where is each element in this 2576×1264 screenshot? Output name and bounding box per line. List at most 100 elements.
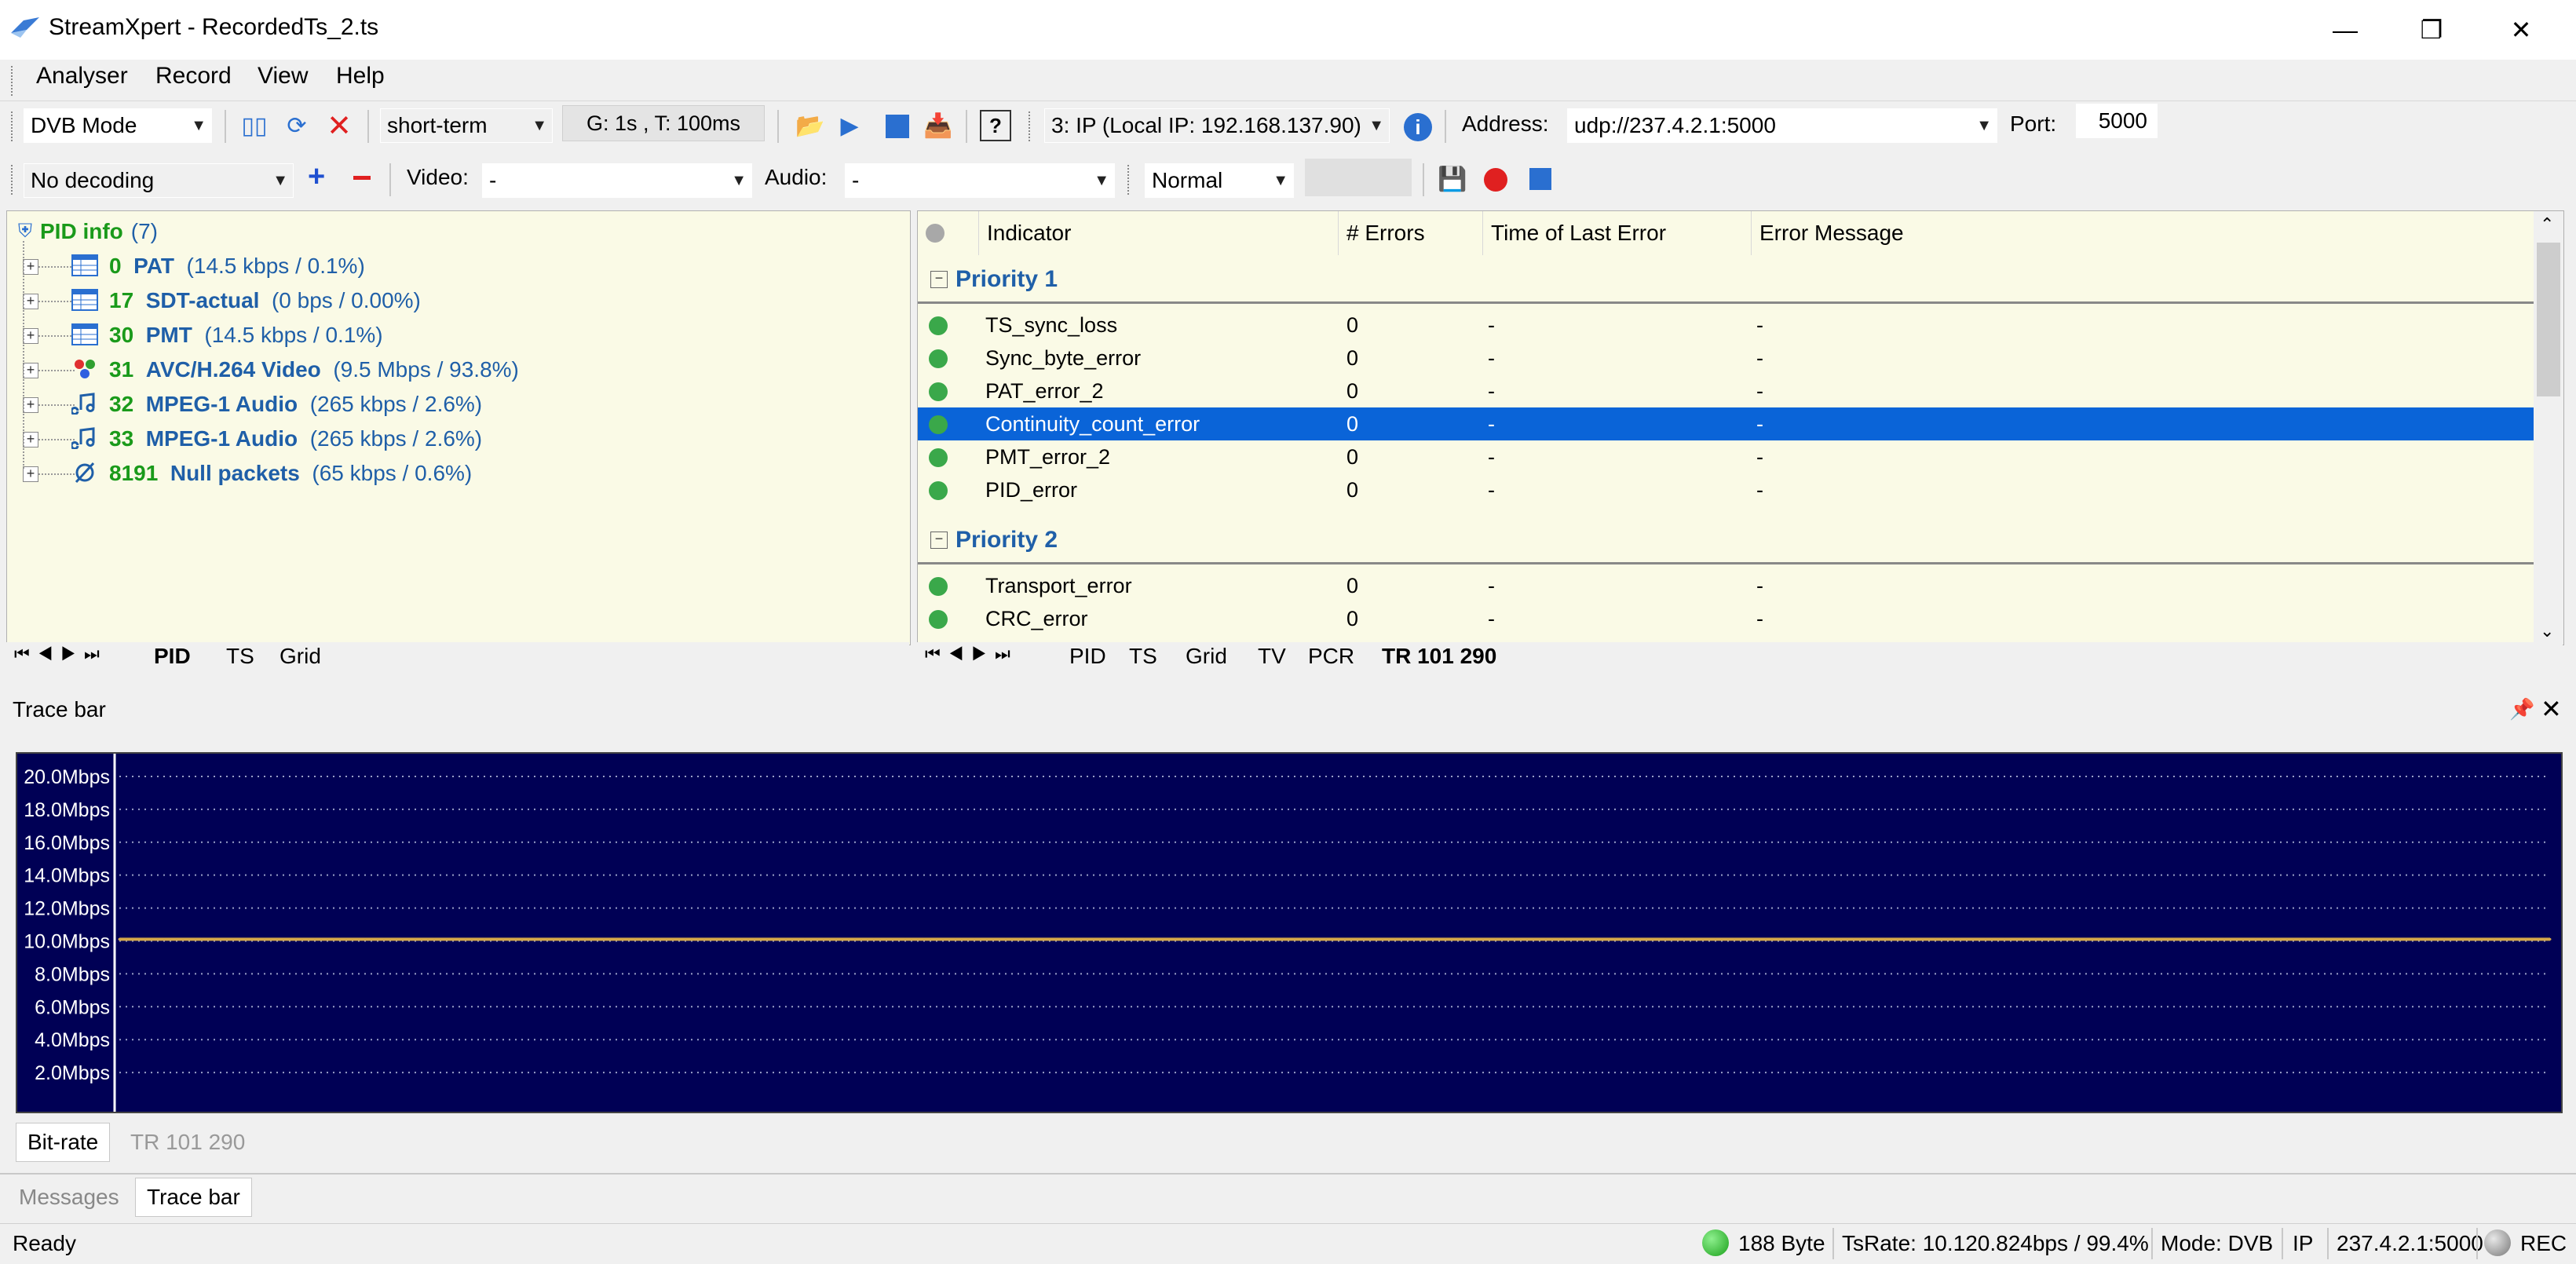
reset-icon[interactable]: ✕ <box>322 108 356 143</box>
expand-icon[interactable]: + <box>23 363 38 378</box>
address-value: udp://237.4.2.1:5000 <box>1574 113 1776 137</box>
record-icon[interactable] <box>1484 168 1507 192</box>
menu-view[interactable]: View <box>258 63 308 90</box>
add-icon[interactable]: + <box>308 160 325 194</box>
tab-ts[interactable]: TS <box>226 644 254 669</box>
open-folder-icon[interactable]: 📂 <box>791 108 829 143</box>
tab-tr101290[interactable]: TR 101 290 <box>1382 644 1496 669</box>
port-input[interactable]: 5000 <box>2076 104 2158 138</box>
expand-icon[interactable]: + <box>23 432 38 448</box>
decoding-select[interactable]: No decoding ▼ <box>24 163 294 198</box>
close-icon[interactable]: ✕ <box>2541 694 2562 724</box>
expand-icon[interactable]: + <box>23 294 38 309</box>
menu-record[interactable]: Record <box>155 63 232 90</box>
scroll-up-icon[interactable]: ⌃ <box>2540 214 2554 235</box>
pid-tree-item[interactable]: +17 SDT-actual (0 bps / 0.00%) <box>7 283 902 318</box>
tr101290-row[interactable]: Continuity_count_error 0 - - <box>918 407 2534 440</box>
last-error-time: - <box>1488 379 1495 403</box>
last-error-time: - <box>1488 478 1495 502</box>
speed-select[interactable]: Normal ▼ <box>1145 163 1294 198</box>
export-icon[interactable]: 📥 <box>920 108 956 143</box>
table-icon <box>71 254 98 282</box>
priority-group-header[interactable]: − Priority 2 <box>918 517 2534 564</box>
expand-icon[interactable]: + <box>23 259 38 275</box>
tab-grid[interactable]: Grid <box>1186 644 1227 669</box>
dock-tab-trace-bar[interactable]: Trace bar <box>135 1178 252 1217</box>
pid-tree-item[interactable]: +0 PAT (14.5 kbps / 0.1%) <box>7 249 902 283</box>
input-source-value: 3: IP (Local IP: 192.168.137.90) <box>1051 113 1361 137</box>
collapse-icon[interactable]: − <box>930 532 948 549</box>
status-ok-icon <box>929 415 948 434</box>
col-error-message[interactable]: Error Message <box>1752 211 2534 255</box>
expand-icon[interactable]: + <box>23 466 38 482</box>
term-select[interactable]: short-term ▼ <box>380 108 553 143</box>
save-icon[interactable]: 💾 <box>1437 162 1468 196</box>
priority-group-header[interactable]: − Priority 1 <box>918 257 2534 304</box>
last-error-time: - <box>1488 313 1495 337</box>
video-select[interactable]: - ▼ <box>482 163 752 198</box>
collapse-icon[interactable]: − <box>930 271 948 288</box>
info-icon[interactable]: i <box>1404 113 1432 141</box>
audio-value: - <box>852 168 860 192</box>
pid-tree-item[interactable]: +33 MPEG-1 Audio (265 kbps / 2.6%) <box>7 422 902 456</box>
tab-bitrate[interactable]: Bit-rate <box>16 1123 111 1162</box>
tab-trace-tr101290[interactable]: TR 101 290 <box>119 1123 256 1162</box>
tr101290-row[interactable]: CRC_error 0 - - <box>918 602 2534 635</box>
pid-tree-item[interactable]: +30 PMT (14.5 kbps / 0.1%) <box>7 318 902 353</box>
interval-display[interactable]: G: 1s , T: 100ms <box>562 105 765 141</box>
col-indicator[interactable]: Indicator <box>979 211 1339 255</box>
pid-tree-item[interactable]: +31 AVC/H.264 Video (9.5 Mbps / 93.8%) <box>7 353 902 387</box>
stop-icon[interactable] <box>886 115 909 138</box>
tab-pid[interactable]: PID <box>154 644 191 669</box>
restore-button[interactable]: ❐ <box>2388 0 2475 60</box>
minimize-button[interactable]: — <box>2302 0 2388 60</box>
tab-tv[interactable]: TV <box>1258 644 1286 669</box>
y-tick-label: 18.0Mbps <box>24 799 110 821</box>
play-icon[interactable]: ▶ <box>834 108 865 143</box>
audio-select[interactable]: - ▼ <box>845 163 1115 198</box>
close-button[interactable]: ✕ <box>2478 0 2564 60</box>
address-input[interactable]: udp://237.4.2.1:5000 ▼ <box>1567 108 1997 143</box>
menu-help[interactable]: Help <box>336 63 385 90</box>
col-errors[interactable]: # Errors <box>1339 211 1483 255</box>
status-column-header[interactable] <box>918 211 979 255</box>
pid-tree-item[interactable]: +32 MPEG-1 Audio (265 kbps / 2.6%) <box>7 387 902 422</box>
mode-select[interactable]: DVB Mode ▼ <box>24 108 212 143</box>
tr101290-row[interactable]: Transport_error 0 - - <box>918 569 2534 602</box>
scrollbar-thumb[interactable] <box>2537 243 2560 396</box>
trace-bar-header: Trace bar 📌 ✕ <box>0 691 2576 735</box>
tr101290-row[interactable]: PMT_error_2 0 - - <box>918 440 2534 473</box>
error-message: - <box>1756 412 1763 436</box>
pid-tree-item[interactable]: +8191 Null packets (65 kbps / 0.6%) <box>7 456 902 491</box>
tab-ts[interactable]: TS <box>1129 644 1157 669</box>
pid-number: 30 <box>109 323 134 347</box>
expand-icon[interactable]: + <box>23 397 38 413</box>
tr101290-row[interactable]: TS_sync_loss 0 - - <box>918 309 2534 342</box>
tr101290-row[interactable]: PAT_error_2 0 - - <box>918 374 2534 407</box>
tab-nav-arrows[interactable]: ⏮◀▶⏭ <box>14 644 108 664</box>
pin-icon[interactable]: 📌 <box>2509 697 2534 722</box>
pid-tree-root[interactable]: ⛨ PID info (7) <box>18 214 158 249</box>
input-source-select[interactable]: 3: IP (Local IP: 192.168.137.90) ▼ <box>1044 108 1390 143</box>
chevron-down-icon: ▼ <box>532 117 547 134</box>
columns-icon[interactable]: ▯▯ <box>237 108 272 143</box>
tab-nav-arrows[interactable]: ⏮◀▶⏭ <box>925 644 1018 664</box>
tab-grid[interactable]: Grid <box>280 644 321 669</box>
menu-grip <box>11 66 16 96</box>
pid-name: Null packets <box>170 461 300 485</box>
remove-icon[interactable] <box>353 176 371 180</box>
tr101290-row[interactable]: PID_error 0 - - <box>918 473 2534 506</box>
tab-pcr[interactable]: PCR <box>1308 644 1354 669</box>
menu-analyser[interactable]: Analyser <box>36 63 128 90</box>
tr101290-row[interactable]: Sync_byte_error 0 - - <box>918 342 2534 374</box>
refresh-icon[interactable]: ⟳ <box>280 108 314 143</box>
dock-tab-messages[interactable]: Messages <box>8 1178 130 1217</box>
tab-pid[interactable]: PID <box>1069 644 1106 669</box>
help-icon[interactable]: ? <box>980 110 1011 141</box>
vertical-scrollbar[interactable]: ⌃ ⌄ <box>2534 211 2563 645</box>
error-message: - <box>1756 379 1763 403</box>
scroll-down-icon[interactable]: ⌄ <box>2540 621 2554 641</box>
expand-icon[interactable]: + <box>23 328 38 344</box>
col-last-error-time[interactable]: Time of Last Error <box>1483 211 1752 255</box>
stop-record-icon[interactable] <box>1529 168 1551 190</box>
